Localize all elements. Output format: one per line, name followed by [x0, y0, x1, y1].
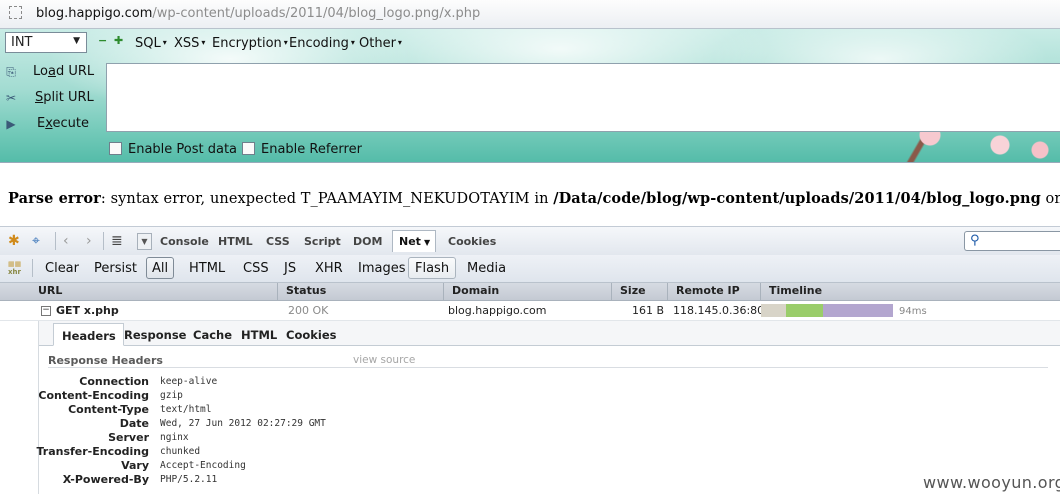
column-domain[interactable]: Domain [444, 283, 612, 300]
response-headers-title: Response Headers [48, 354, 163, 367]
execute-button[interactable]: ▶ Execute [0, 113, 100, 135]
request-domain: blog.happigo.com [448, 304, 547, 317]
table-row[interactable]: − GET x.php 200 OK blog.happigo.com 161 … [0, 301, 1060, 321]
firebug-icon[interactable]: ✱ [8, 233, 20, 249]
tab-console[interactable]: Console [160, 235, 209, 248]
filter-images-button[interactable]: Images [358, 261, 406, 276]
column-remote-ip[interactable]: Remote IP [668, 283, 761, 300]
int-select[interactable]: INT ▼ [5, 32, 87, 53]
detail-tab-headers[interactable]: Headers [53, 323, 124, 346]
timeline-blocking-bar [761, 304, 786, 317]
list-icon[interactable]: ≣ [111, 233, 123, 249]
request-time: 94ms [899, 306, 927, 317]
filter-media-button[interactable]: Media [467, 261, 506, 276]
firebug-toolbar: ✱ ⌖ ‹ › ≣ ▼ Console HTML CSS Script DOM … [0, 226, 1060, 255]
detail-tab-response[interactable]: Response [124, 328, 186, 342]
split-url-button[interactable]: ✂ Split URL [0, 87, 100, 109]
minus-icon[interactable]: − [98, 35, 107, 46]
tab-net[interactable]: Net ▼ [392, 230, 437, 252]
url-text[interactable]: blog.happigo.com/wp-content/uploads/2011… [36, 6, 480, 21]
forward-icon[interactable]: › [86, 233, 92, 249]
divider [48, 367, 1048, 368]
tab-html[interactable]: HTML [218, 235, 253, 248]
chevron-down-icon: ▼ [423, 238, 431, 247]
plus-icon[interactable]: ✚ [114, 35, 123, 46]
firebug-search-input[interactable]: ⚲ [964, 231, 1060, 251]
collapse-icon[interactable]: − [41, 306, 51, 316]
timeline-receiving-bar [823, 304, 893, 317]
tab-cookies[interactable]: Cookies [448, 235, 496, 248]
play-icon: ▶ [6, 117, 16, 131]
url-host: blog.happigo.com [36, 6, 153, 21]
url-textarea[interactable] [106, 63, 1060, 132]
watermark: www.wooyun.org [923, 473, 1060, 492]
filter-all-button[interactable]: All [146, 257, 175, 279]
view-source-link[interactable]: view source [353, 354, 415, 366]
filter-css-button[interactable]: CSS [243, 261, 269, 276]
menu-other[interactable]: Other ▾ [359, 36, 402, 51]
header-row: Connection keep-alive [79, 375, 218, 388]
address-bar[interactable]: blog.happigo.com/wp-content/uploads/2011… [0, 0, 1060, 29]
menu-encoding[interactable]: Encoding ▾ [289, 36, 355, 51]
filter-flash-button[interactable]: Flash [408, 257, 457, 279]
inspect-icon[interactable]: ⌖ [32, 233, 40, 249]
chevron-down-icon[interactable]: ▼ [137, 233, 152, 250]
clear-button[interactable]: Clear [45, 261, 79, 276]
filter-xhr-button[interactable]: XHR [315, 261, 343, 276]
checkbox-box[interactable] [242, 142, 255, 155]
column-size[interactable]: Size [612, 283, 668, 300]
load-url-icon: ⎘ [6, 65, 16, 79]
tab-css[interactable]: CSS [266, 235, 290, 248]
parse-error-message: Parse error: syntax error, unexpected T_… [8, 190, 1060, 207]
int-select-value: INT [11, 35, 33, 50]
enable-referrer-checkbox[interactable]: Enable Referrer [242, 142, 362, 157]
site-identity-icon[interactable] [9, 6, 22, 19]
detail-tab-bar: Headers Response Cache HTML Cookies [39, 321, 1060, 346]
header-row: Server nginx [108, 431, 189, 444]
dropdown-arrow-icon: ▾ [162, 38, 167, 47]
tab-script[interactable]: Script [304, 235, 341, 248]
detail-tab-html[interactable]: HTML [241, 328, 277, 342]
xhr-icon: ▦▦ xhr [8, 260, 22, 276]
header-row: Content-Encoding gzip [38, 389, 183, 402]
search-icon: ⚲ [970, 233, 980, 248]
enable-post-checkbox[interactable]: Enable Post data [109, 142, 237, 157]
load-url-button[interactable]: ⎘ Load URL [0, 61, 100, 83]
dropdown-arrow-icon: ▾ [397, 38, 402, 47]
dropdown-arrow-icon: ▾ [350, 38, 355, 47]
header-row: X-Powered-By PHP/5.2.11 [62, 473, 218, 486]
detail-tab-cookies[interactable]: Cookies [286, 328, 336, 342]
header-row: Vary Accept-Encoding [121, 459, 246, 472]
filter-js-button[interactable]: JS [284, 261, 296, 276]
column-url[interactable]: URL [30, 283, 278, 300]
timeline-waiting-bar [786, 304, 823, 317]
detail-tab-cache[interactable]: Cache [193, 328, 232, 342]
request-detail-panel: Headers Response Cache HTML Cookies Resp… [36, 321, 1060, 494]
column-timeline[interactable]: Timeline [761, 283, 1060, 300]
menu-xss[interactable]: XSS ▾ [174, 36, 205, 51]
dropdown-arrow-icon: ▾ [201, 38, 206, 47]
header-row: Content-Type text/html [68, 403, 212, 416]
checkbox-box[interactable] [109, 142, 122, 155]
column-status[interactable]: Status [278, 283, 444, 300]
scissors-icon: ✂ [5, 91, 17, 105]
dropdown-arrow-icon: ▾ [283, 38, 288, 47]
persist-button[interactable]: Persist [94, 261, 137, 276]
back-icon[interactable]: ‹ [63, 233, 69, 249]
request-size: 161 B [632, 304, 665, 317]
chevron-down-icon: ▼ [73, 36, 80, 46]
request-remote-ip: 118.145.0.36:80 [673, 304, 765, 317]
url-path: /wp-content/uploads/2011/04/blog_logo.pn… [152, 6, 481, 21]
hackbar: INT ▼ − ✚ SQL ▾ XSS ▾ Encryption ▾ Encoding… [0, 29, 1060, 163]
net-filter-bar: ▦▦ xhr Clear Persist All HTML CSS JS XHR … [0, 255, 1060, 283]
menu-encryption[interactable]: Encryption ▾ [212, 36, 288, 51]
request-url: GET x.php [56, 304, 119, 317]
filter-html-button[interactable]: HTML [189, 261, 225, 276]
header-row: Date Wed, 27 Jun 2012 02:27:29 GMT [119, 417, 326, 430]
header-row: Transfer-Encoding chunked [36, 445, 201, 458]
request-status: 200 OK [288, 304, 329, 317]
menu-sql[interactable]: SQL ▾ [135, 36, 167, 51]
net-column-header: URL Status Domain Size Remote IP Timelin… [0, 283, 1060, 301]
tab-dom[interactable]: DOM [353, 235, 382, 248]
